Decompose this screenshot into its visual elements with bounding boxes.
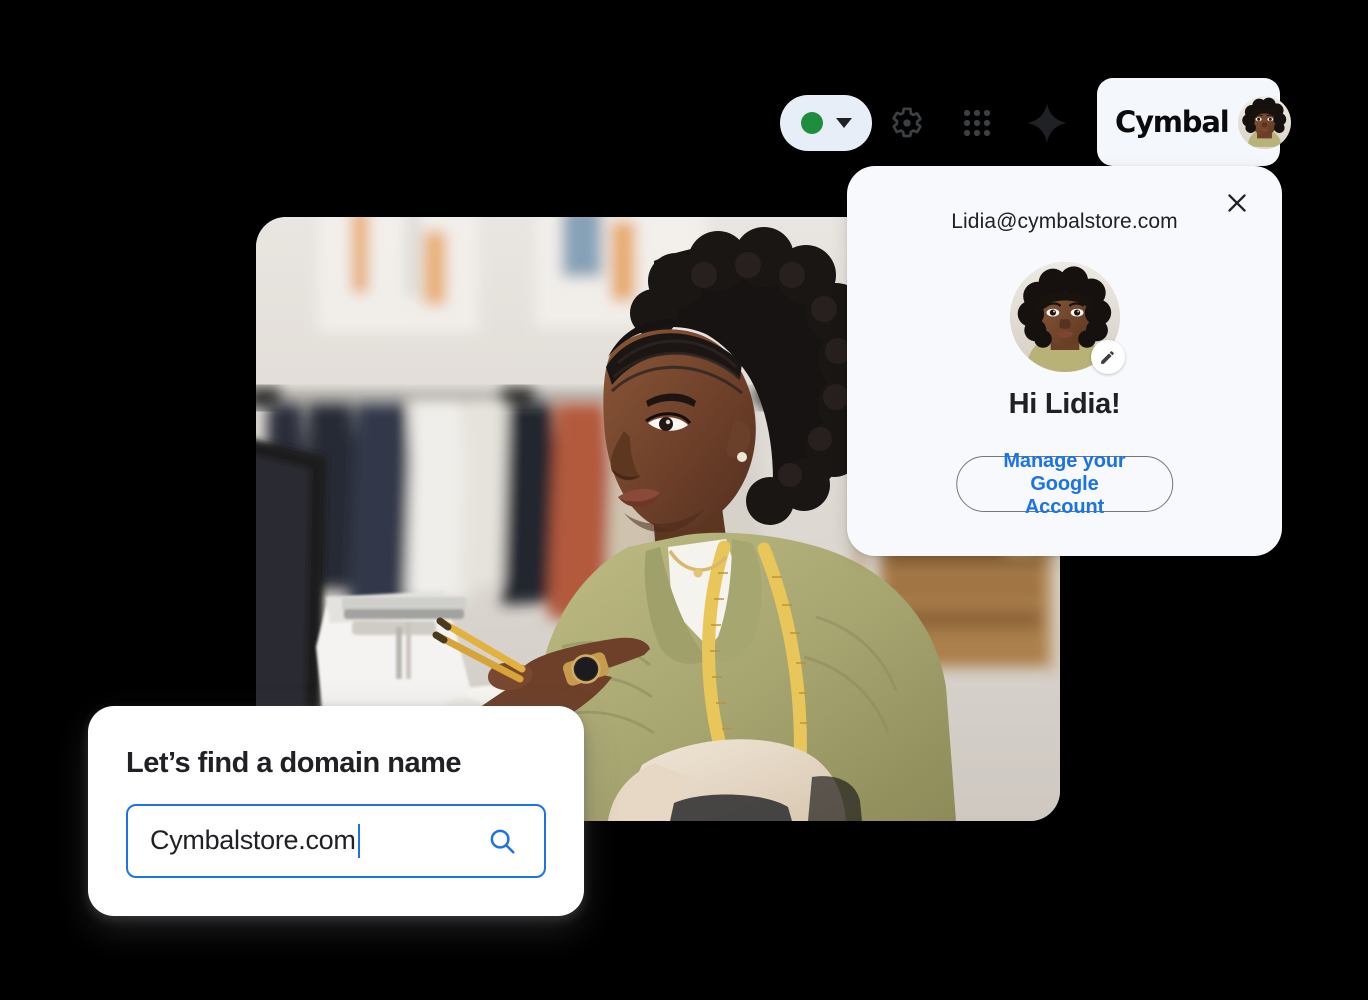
domain-search-card: Let’s find a domain name Cymbalstore.com [88, 706, 584, 916]
search-icon[interactable] [480, 819, 524, 863]
brand-name-label: Cymbal [1115, 104, 1230, 139]
status-online-dot [800, 112, 823, 134]
account-greeting: Hi Lidia! [1008, 388, 1121, 420]
google-account-popup: Lidia@cymbalstore.com Hi Lidia! Manage y… [847, 166, 1282, 556]
apps-grid-icon[interactable] [942, 91, 1012, 155]
page-root: Cymbal Lidia@cymbalstore.com Hi Lidia! M… [0, 0, 1368, 1000]
edit-avatar-icon[interactable] [1090, 340, 1125, 374]
status-selector[interactable] [780, 95, 872, 151]
gemini-sparkle-icon[interactable] [1012, 91, 1082, 155]
account-avatar-wrapper [1009, 262, 1125, 374]
account-email: Lidia@cymbalstore.com [951, 210, 1178, 233]
text-cursor [357, 823, 360, 858]
brand-account-chip[interactable]: Cymbal [1097, 78, 1292, 166]
domain-search-title: Let’s find a domain name [126, 747, 461, 779]
domain-search-input[interactable]: Cymbalstore.com [126, 803, 546, 878]
settings-gear-icon[interactable] [872, 91, 942, 155]
domain-search-value: Cymbalstore.com [150, 825, 356, 856]
chevron-down-icon [835, 118, 852, 128]
domain-search-value-wrapper: Cymbalstore.com [150, 823, 480, 858]
brand-chip-avatar[interactable] [1238, 95, 1292, 149]
manage-google-account-button[interactable]: Manage your Google Account [955, 450, 1174, 518]
